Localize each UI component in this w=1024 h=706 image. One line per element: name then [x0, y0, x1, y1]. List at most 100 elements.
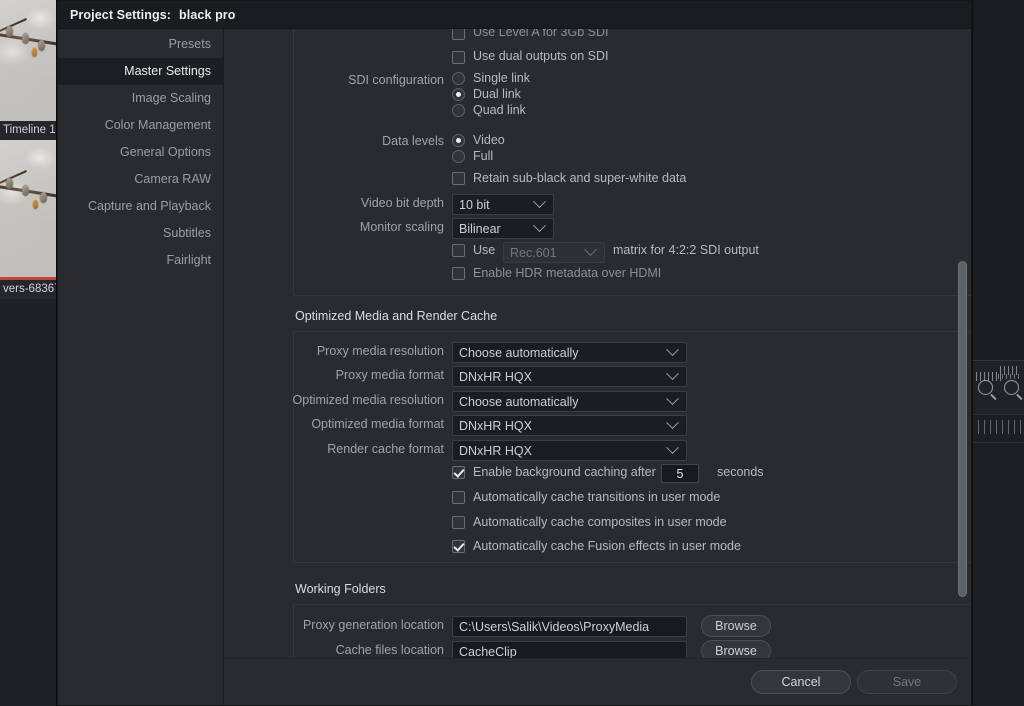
dialog-project-name: black pro — [179, 7, 236, 22]
proxy-generation-location-input[interactable]: C:\Users\Salik\Videos\ProxyMedia — [452, 616, 687, 637]
video-bit-depth-select[interactable]: 10 bit — [452, 194, 554, 215]
panel-divider — [972, 442, 1024, 443]
sidebar-item-capture-and-playback[interactable]: Capture and Playback — [58, 193, 223, 220]
proxy-media-format-value: DNxHR HQX — [459, 369, 532, 384]
optimized-media-section-title: Optimized Media and Render Cache — [295, 309, 498, 323]
settings-scrollbar[interactable] — [958, 31, 967, 657]
settings-scrollbar-thumb[interactable] — [958, 261, 967, 597]
sdi-configuration-label: SDI configuration — [348, 73, 444, 87]
cache-files-location-value: CacheClip — [459, 644, 517, 659]
cache-composites-checkbox[interactable] — [452, 516, 465, 529]
background-caching-seconds-input[interactable]: 5 — [661, 464, 699, 483]
chevron-down-icon — [666, 392, 679, 406]
decorative-bud — [40, 192, 47, 203]
retain-subblack-checkbox[interactable] — [452, 172, 465, 185]
monitor-scaling-label: Monitor scaling — [359, 220, 444, 234]
dialog-titlebar: Project Settings: black pro — [58, 1, 971, 29]
decorative-bud — [38, 40, 45, 51]
proxy-media-resolution-label: Proxy media resolution — [316, 344, 444, 358]
use-matrix-suffix-label: matrix for 4:2:2 SDI output — [613, 243, 759, 257]
sidebar-item-image-scaling[interactable]: Image Scaling — [58, 85, 223, 112]
enable-hdr-label: Enable HDR metadata over HDMI — [473, 266, 662, 280]
sidebar-item-label: Master Settings — [124, 64, 211, 78]
media-thumbnail[interactable] — [0, 0, 57, 128]
enable-background-caching-label: Enable background caching after — [473, 465, 656, 479]
sidebar-item-general-options[interactable]: General Options — [58, 139, 223, 166]
media-pool-column: Timeline 1 vers-68367.m — [0, 0, 73, 706]
proxy-media-format-label: Proxy media format — [335, 368, 444, 382]
decorative-bud — [6, 26, 13, 37]
media-thumbnail-label: vers-68367.m — [0, 280, 73, 299]
proxy-media-resolution-value: Choose automatically — [459, 345, 579, 360]
zoom-full-icon[interactable] — [1004, 380, 1019, 395]
proxy-media-resolution-select[interactable]: Choose automatically — [452, 342, 687, 363]
sidebar-item-camera-raw[interactable]: Camera RAW — [58, 166, 223, 193]
cache-transitions-checkbox[interactable] — [452, 491, 465, 504]
use-level-a-checkbox[interactable] — [452, 29, 465, 40]
optimized-media-resolution-select[interactable]: Choose automatically — [452, 391, 687, 412]
matrix-value: Rec.601 — [510, 245, 557, 260]
enable-hdr-checkbox[interactable] — [452, 267, 465, 280]
use-dual-outputs-label: Use dual outputs on SDI — [473, 49, 609, 63]
sdi-dual-link-label: Dual link — [473, 87, 521, 101]
render-cache-format-select[interactable]: DNxHR HQX — [452, 440, 687, 461]
optimized-media-format-select[interactable]: DNxHR HQX — [452, 415, 687, 436]
cache-files-browse-button[interactable]: Browse — [701, 640, 771, 659]
render-cache-format-label: Render cache format — [327, 442, 444, 456]
decorative-bud — [6, 178, 13, 189]
use-matrix-checkbox[interactable] — [452, 244, 465, 257]
chevron-down-icon — [666, 441, 679, 455]
browse-button-label: Browse — [715, 644, 757, 658]
data-levels-video-radio[interactable] — [452, 134, 465, 147]
chevron-down-icon — [584, 243, 597, 257]
chevron-down-icon — [666, 343, 679, 357]
optimized-media-resolution-label: Optimized media resolution — [292, 393, 444, 407]
cache-fusion-effects-checkbox[interactable] — [452, 540, 465, 553]
cache-files-location-input[interactable]: CacheClip — [452, 641, 687, 659]
dialog-footer: Cancel Save — [224, 658, 971, 705]
data-levels-full-radio[interactable] — [452, 150, 465, 163]
dialog-title-label: Project Settings: — [70, 7, 172, 22]
sidebar-item-label: General Options — [119, 145, 211, 159]
sidebar-item-color-management[interactable]: Color Management — [58, 112, 223, 139]
save-button[interactable]: Save — [857, 670, 957, 694]
sidebar-item-presets[interactable]: Presets — [58, 31, 223, 58]
sidebar-item-label: Subtitles — [163, 226, 211, 240]
zoom-fit-icon[interactable] — [978, 380, 993, 395]
media-thumbnail[interactable] — [0, 140, 57, 280]
sdi-dual-link-radio[interactable] — [452, 88, 465, 101]
working-folders-section-title: Working Folders — [295, 582, 386, 596]
cache-composites-label: Automatically cache composites in user m… — [473, 515, 727, 529]
video-bit-depth-value: 10 bit — [459, 197, 490, 212]
browse-button-label: Browse — [715, 619, 757, 633]
cache-fusion-effects-label: Automatically cache Fusion effects in us… — [473, 539, 741, 553]
proxy-generation-location-label: Proxy generation location — [302, 618, 444, 632]
sidebar-item-subtitles[interactable]: Subtitles — [58, 220, 223, 247]
sidebar-item-label: Fairlight — [166, 253, 211, 267]
viewer-strip — [972, 0, 1024, 361]
cache-transitions-label: Automatically cache transitions in user … — [473, 490, 721, 504]
chevron-down-icon — [533, 219, 546, 233]
sidebar-item-master-settings[interactable]: Master Settings — [58, 58, 223, 85]
dialog-title: Project Settings: black pro — [70, 8, 236, 22]
cancel-button[interactable]: Cancel — [751, 670, 851, 694]
use-level-a-label: Use Level A for 3Gb SDI — [473, 29, 609, 39]
project-settings-dialog: Project Settings: black pro Presets Maste… — [57, 0, 972, 706]
monitor-scaling-select[interactable]: Bilinear — [452, 218, 554, 239]
sdi-quad-link-radio[interactable] — [452, 104, 465, 117]
sidebar-item-fairlight[interactable]: Fairlight — [58, 247, 223, 274]
settings-scroll-content: Use Level A for 3Gb SDI Use dual outputs… — [224, 29, 971, 659]
monitor-scaling-value: Bilinear — [459, 221, 501, 236]
proxy-generation-location-value: C:\Users\Salik\Videos\ProxyMedia — [459, 619, 650, 634]
thumbnail-image — [0, 0, 57, 128]
data-levels-label: Data levels — [382, 134, 444, 148]
enable-background-caching-checkbox[interactable] — [452, 466, 465, 479]
decorative-bud — [33, 200, 38, 209]
optimized-media-format-value: DNxHR HQX — [459, 418, 532, 433]
proxy-media-format-select[interactable]: DNxHR HQX — [452, 366, 687, 387]
chevron-down-icon — [666, 367, 679, 381]
proxy-generation-browse-button[interactable]: Browse — [701, 615, 771, 637]
background-caching-seconds-value: 5 — [676, 466, 684, 481]
sdi-single-link-radio[interactable] — [452, 72, 465, 85]
use-dual-outputs-checkbox[interactable] — [452, 51, 465, 64]
